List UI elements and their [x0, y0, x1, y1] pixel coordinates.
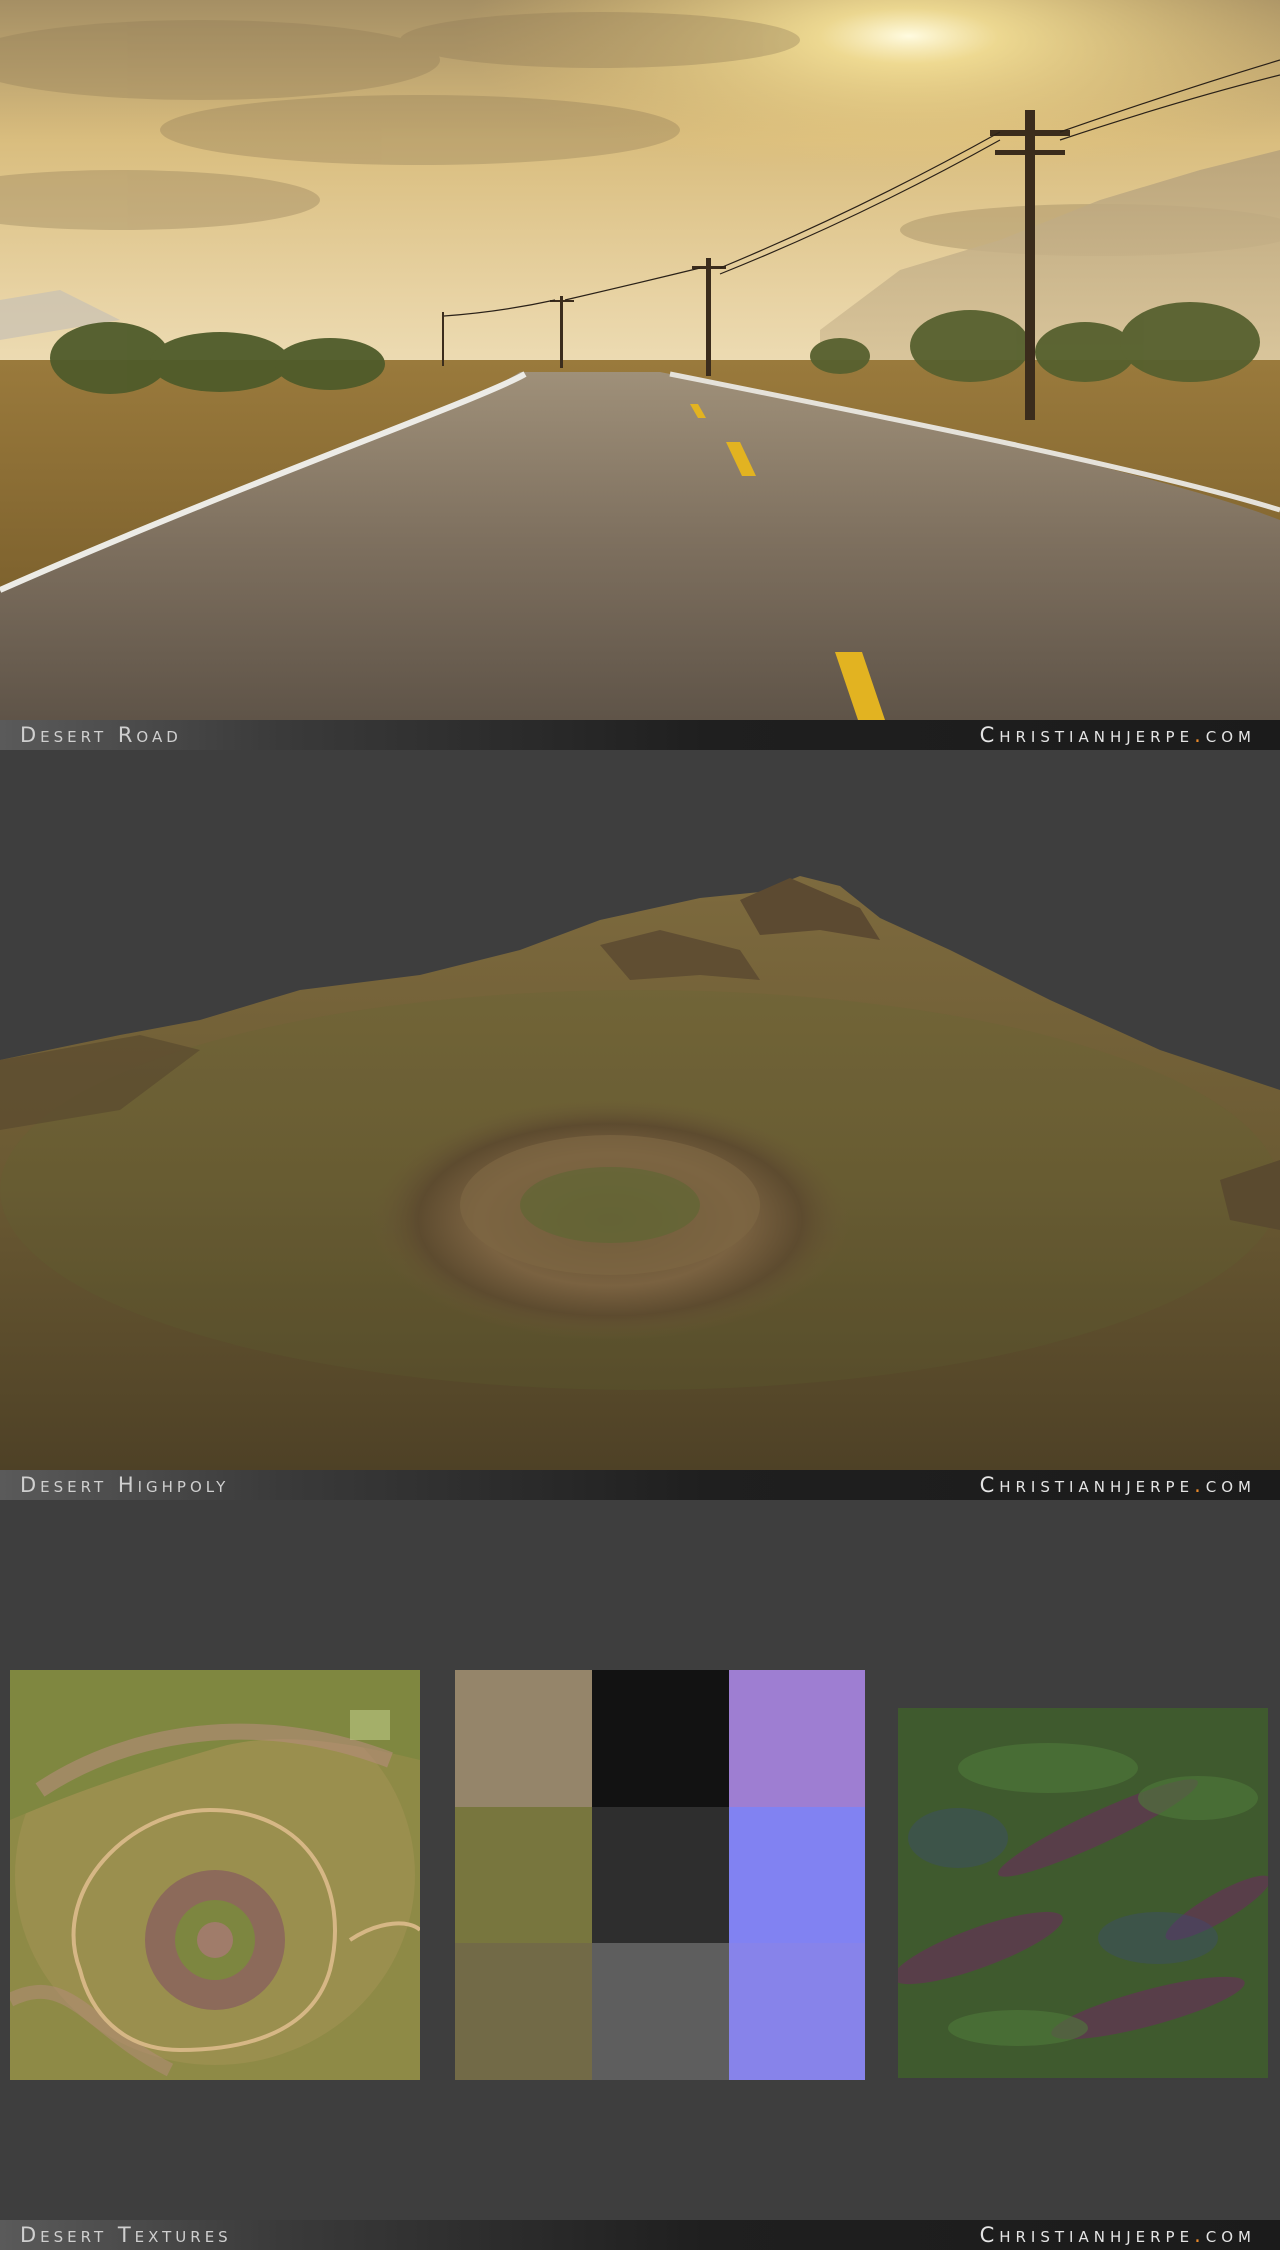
channel-mask-texture [898, 1708, 1268, 2078]
section-title: Desert Highpoly [20, 1473, 230, 1497]
site-watermark: Christianhjerpe.com [979, 723, 1256, 747]
material-maps-grid [455, 1670, 865, 2080]
section-title: Desert Textures [20, 2223, 232, 2247]
desert-road-scene [0, 0, 1280, 720]
site-watermark: Christianhjerpe.com [979, 2223, 1256, 2247]
caption-bar-desert-highpoly: Desert Highpoly Christianhjerpe.com [0, 1470, 1280, 1500]
section-title: Desert Road [20, 723, 182, 747]
caption-bar-desert-textures: Desert Textures Christianhjerpe.com [0, 2220, 1280, 2250]
desert-highpoly-render [0, 750, 1280, 1470]
desert-road-render [0, 0, 1280, 720]
site-watermark: Christianhjerpe.com [979, 1473, 1256, 1497]
highpoly-terrain-scene [0, 750, 1280, 1470]
terrain-color-map-texture [10, 1670, 420, 2080]
desert-textures-panel [0, 1500, 1280, 2220]
caption-bar-desert-road: Desert Road Christianhjerpe.com [0, 720, 1280, 750]
